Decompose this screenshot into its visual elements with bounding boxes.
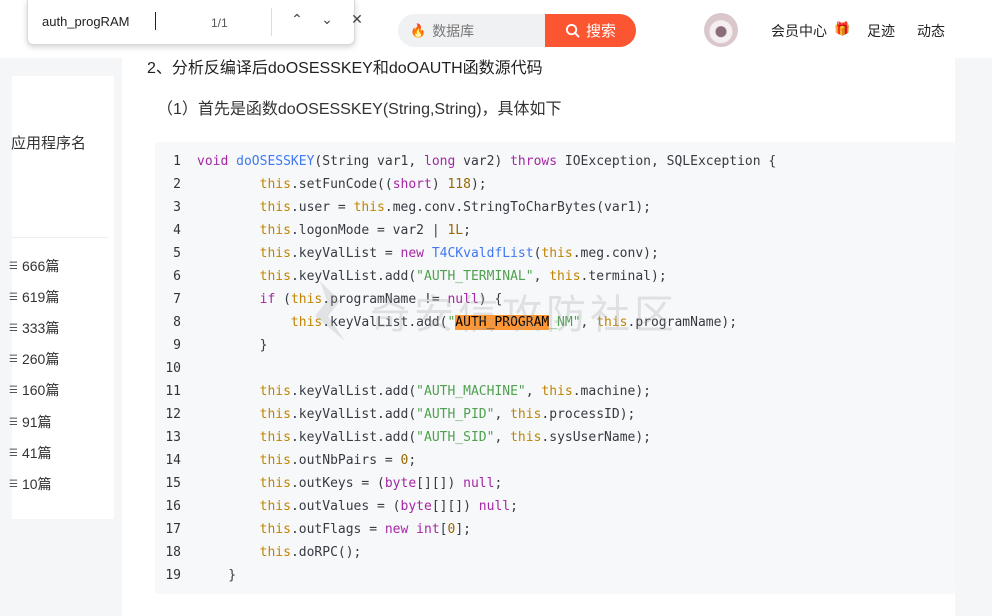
search-icon [565,23,580,38]
line-number: 18 [165,545,181,560]
line-number: 5 [173,246,181,261]
code-line: this.outKeys = (byte[][]) null; [259,476,503,491]
nav-vip-center[interactable]: 会员中心 [771,21,827,41]
line-number: 17 [165,522,181,537]
line-number: 2 [173,177,181,192]
count-label: 666篇 [21,258,60,274]
list-item[interactable]: ☰ 41篇 [9,443,52,463]
code-line: this.keyValList.add("AUTH_TERMINAL", thi… [259,269,667,284]
line-number: 12 [165,407,181,422]
app-name-label: 应用程序名 [11,135,87,152]
line-number: 6 [173,269,181,284]
line-number: 16 [165,499,181,514]
code-line: void doOSESSKEY(String var1, long var2) … [197,154,777,169]
list-item[interactable]: ☰ 666篇 [9,256,59,276]
left-divider [12,237,108,238]
count-label: 619篇 [21,289,60,305]
text-cursor [155,12,156,30]
count-label: 260篇 [21,351,60,367]
count-label: 10篇 [21,476,52,492]
chevron-up-icon[interactable]: ⌃ [288,11,306,28]
list-icon: ☰ [9,291,18,303]
line-number: 13 [165,430,181,445]
list-item[interactable]: ☰ 619篇 [9,287,59,307]
search-button-label: 搜索 [585,23,616,40]
list-icon: ☰ [9,384,18,396]
count-label: 160篇 [21,382,60,398]
line-number: 11 [165,384,181,399]
code-line: this.doRPC(); [259,545,362,560]
line-number: 3 [173,200,181,215]
list-icon: ☰ [9,322,18,334]
nav-activity[interactable]: 动态 [917,21,945,41]
search-placeholder: 数据库 [432,22,475,39]
list-item[interactable]: ☰ 333篇 [9,318,59,338]
list-icon: ☰ [9,260,18,272]
list-item[interactable]: ☰ 10篇 [9,474,52,494]
line-number-gutter: 1 2 3 4 5 6 7 8 9 10 11 12 13 14 15 16 1… [155,150,181,587]
find-input[interactable]: auth_progRAM [42,14,129,29]
line-number: 15 [165,476,181,491]
find-match-highlight: AUTH_PROGRAM [455,315,550,330]
code-line: this.keyValList = new T4CKvaldfList(this… [259,246,659,261]
count-label: 333篇 [21,320,60,336]
code-line: this.setFunCode((short) 118); [259,177,487,192]
code-line: this.user = this.meg.conv.StringToCharBy… [259,200,651,215]
code-line: this.outNbPairs = 0; [259,453,417,468]
count-label: 91篇 [21,414,52,430]
code-line: this.keyValList.add("AUTH_SID", this.sys… [259,430,651,445]
code-line: this.keyValList.add("AUTH_PID", this.pro… [259,407,636,422]
count-label: 41篇 [21,445,52,461]
close-icon[interactable]: ✕ [348,11,366,28]
code-line: } [197,338,268,353]
find-in-page-bar: auth_progRAM 1/1 ⌃ ⌄ ✕ [27,0,363,45]
code-line: if (this.programName != null) { [259,292,503,307]
list-icon: ☰ [9,416,18,428]
code-line: } [197,568,237,583]
list-item[interactable]: ☰ 91篇 [9,412,52,432]
search-button[interactable]: 搜索 [545,14,636,47]
line-number: 7 [173,292,181,307]
list-icon: ☰ [9,353,18,365]
site-search: 🔥 数据库 搜索 [398,14,638,47]
list-item[interactable]: ☰ 160篇 [9,380,59,400]
line-number: 4 [173,223,181,238]
find-divider [271,8,272,36]
code-line: this.outFlags = new int[0]; [259,522,471,537]
flame-icon: 🔥 [410,22,427,38]
find-match-count: 1/1 [211,16,228,30]
line-number: 14 [165,453,181,468]
nav-footprints[interactable]: 足迹 [867,21,895,41]
list-icon: ☰ [9,447,18,459]
line-number: 10 [165,361,181,376]
avatar[interactable] [704,13,738,47]
code-line: this.outValues = (byte[][]) null; [259,499,518,514]
code-line: this.keyValList.add("AUTH_MACHINE", this… [259,384,651,399]
chevron-down-icon[interactable]: ⌄ [318,11,336,28]
line-number: 8 [173,315,181,330]
code-line: this.keyValList.add("AUTH_PROGRAM_NM", t… [290,315,738,330]
line-number: 19 [165,568,181,583]
code-text: void doOSESSKEY(String var1, long var2) … [197,150,776,587]
line-number: 1 [173,154,181,169]
list-icon: ☰ [9,478,18,490]
search-input[interactable]: 🔥 数据库 [398,14,546,47]
line-number: 9 [173,338,181,353]
subsection-heading: （1）首先是函数doOSESSKEY(String,String)，具体如下 [157,101,562,118]
section-heading: 2、分析反编译后doOSESSKEY和doOAUTH函数源代码 [147,60,543,77]
list-item[interactable]: ☰ 260篇 [9,349,59,369]
gift-icon: 🎁 [834,21,851,36]
code-line: this.logonMode = var2 | 1L; [259,223,471,238]
